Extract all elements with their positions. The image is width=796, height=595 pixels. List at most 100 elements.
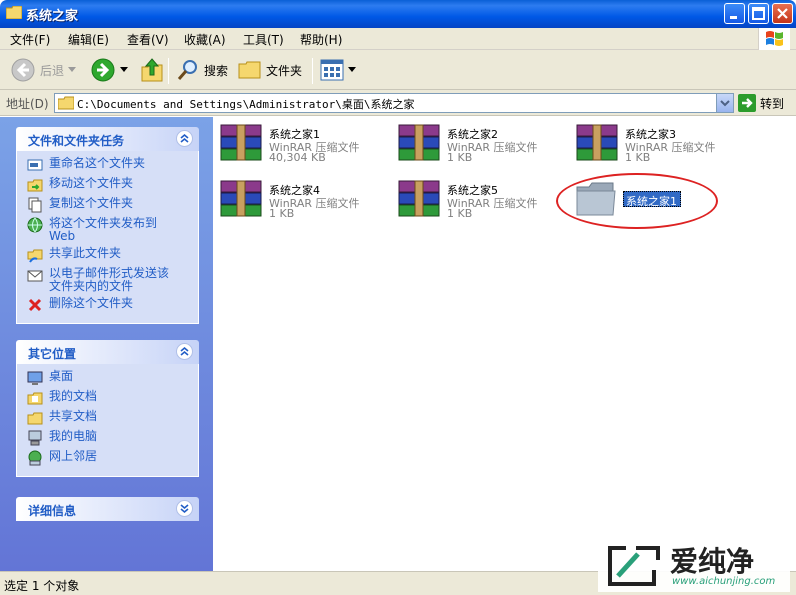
expand-button[interactable] — [176, 500, 193, 517]
up-folder-icon — [141, 58, 163, 82]
windows-flag-icon — [766, 31, 783, 46]
back-button[interactable]: 后退 — [10, 56, 77, 84]
place-network[interactable]: 网上邻居 — [27, 450, 192, 466]
forward-arrow-icon — [91, 58, 115, 82]
toolbar: 后退 搜索 文件夹 — [0, 50, 796, 90]
menu-favorites[interactable]: 收藏(A) — [184, 31, 226, 48]
forward-button[interactable] — [90, 56, 128, 84]
toolbar-separator — [168, 58, 169, 84]
collapse-button[interactable] — [176, 343, 193, 360]
panel-title: 其它位置 — [28, 347, 77, 361]
winrar-archive-icon — [398, 180, 440, 217]
task-share-folder[interactable]: 共享此文件夹 — [27, 247, 192, 263]
chevron-up-icon — [180, 346, 189, 356]
task-move-folder[interactable]: 移动这个文件夹 — [27, 177, 192, 193]
menu-bar: 文件(F) 编辑(E) 查看(V) 收藏(A) 工具(T) 帮助(H) — [0, 28, 796, 50]
documents-folder-icon — [27, 392, 43, 405]
chevron-down-icon — [68, 67, 77, 72]
file-folder-tasks-panel: 文件和文件夹任务 重命名这个文件夹 移动这个文件夹 复制这个文件夹 将这个文件夹… — [16, 127, 199, 324]
task-publish-folder-web[interactable]: 将这个文件夹发布到 Web — [27, 217, 192, 243]
new-folder-name: 系统之家1 — [626, 195, 677, 208]
windows-logo — [758, 28, 790, 50]
panel-title: 文件和文件夹任务 — [28, 134, 125, 148]
place-my-computer[interactable]: 我的电脑 — [27, 430, 192, 446]
brand-logo-icon — [608, 546, 660, 586]
folder-icon — [58, 96, 74, 110]
collapse-button[interactable] — [176, 130, 193, 147]
back-label: 后退 — [40, 63, 65, 78]
desktop-icon — [27, 371, 43, 385]
address-label: 地址(D) — [6, 97, 49, 111]
network-icon — [28, 450, 42, 466]
back-arrow-icon — [11, 58, 35, 82]
email-icon — [27, 270, 43, 282]
panel-body: 桌面 我的文档 共享文档 我的电脑 网上邻居 — [16, 364, 199, 477]
place-my-documents[interactable]: 我的文档 — [27, 390, 192, 406]
address-path: C:\Documents and Settings\Administrator\… — [77, 98, 415, 111]
copy-icon — [28, 197, 42, 213]
other-places-panel: 其它位置 桌面 我的文档 共享文档 我的电脑 网上邻居 — [16, 340, 199, 477]
delete-icon — [28, 298, 42, 312]
folders-button[interactable]: 文件夹 — [238, 56, 302, 84]
computer-icon — [28, 430, 42, 446]
file-item[interactable]: 系统之家3 WinRAR 压缩文件 1 KB — [569, 119, 739, 167]
file-item[interactable]: 系统之家2 WinRAR 压缩文件 1 KB — [391, 119, 561, 167]
winrar-archive-icon — [576, 124, 618, 161]
address-dropdown-button[interactable] — [716, 94, 733, 112]
status-text: 选定 1 个对象 — [4, 579, 80, 593]
chevron-down-icon — [120, 67, 128, 72]
new-folder-icon — [576, 182, 616, 216]
rename-icon — [27, 159, 43, 171]
file-item[interactable]: 系统之家4 WinRAR 压缩文件 1 KB — [213, 175, 383, 223]
task-pane: 文件和文件夹任务 重命名这个文件夹 移动这个文件夹 复制这个文件夹 将这个文件夹… — [0, 117, 213, 571]
chevron-down-icon — [348, 67, 356, 72]
views-icon — [320, 59, 344, 81]
close-button[interactable] — [772, 3, 793, 24]
panel-header[interactable]: 详细信息 — [16, 497, 199, 521]
maximize-button[interactable] — [748, 3, 769, 24]
menu-file[interactable]: 文件(F) — [10, 31, 50, 48]
panel-header[interactable]: 文件和文件夹任务 — [16, 127, 199, 151]
folder-icon — [6, 6, 22, 19]
watermark-brand: 爱纯净 — [670, 545, 755, 578]
place-shared-documents[interactable]: 共享文档 — [27, 410, 192, 426]
place-desktop[interactable]: 桌面 — [27, 370, 192, 386]
share-folder-icon — [27, 249, 43, 263]
menu-edit[interactable]: 编辑(E) — [68, 31, 109, 48]
menu-help[interactable]: 帮助(H) — [300, 31, 342, 48]
task-delete-folder[interactable]: 删除这个文件夹 — [27, 297, 192, 313]
panel-body: 重命名这个文件夹 移动这个文件夹 复制这个文件夹 将这个文件夹发布到 Web 共… — [16, 151, 199, 324]
folder-icon — [238, 61, 261, 79]
minimize-icon — [730, 16, 737, 19]
winrar-archive-icon — [220, 180, 262, 217]
chevron-down-icon — [180, 504, 189, 514]
chevron-up-icon — [180, 133, 189, 143]
panel-header[interactable]: 其它位置 — [16, 340, 199, 364]
title-bar[interactable]: 系统之家 — [0, 0, 796, 28]
go-button[interactable]: 转到 — [738, 94, 784, 112]
address-input[interactable]: C:\Documents and Settings\Administrator\… — [54, 93, 734, 113]
chevron-down-icon — [720, 100, 730, 107]
folders-label: 文件夹 — [266, 63, 303, 78]
menu-view[interactable]: 查看(V) — [127, 31, 169, 48]
winrar-archive-icon — [220, 124, 262, 161]
task-rename-folder[interactable]: 重命名这个文件夹 — [27, 157, 192, 173]
file-item[interactable]: 系统之家5 WinRAR 压缩文件 1 KB — [391, 175, 561, 223]
go-label: 转到 — [760, 96, 785, 111]
search-label: 搜索 — [204, 63, 229, 78]
watermark: 爱纯净 www.aichunjing.com — [598, 540, 790, 592]
globe-icon — [27, 217, 43, 233]
views-button[interactable] — [320, 56, 356, 84]
task-copy-folder[interactable]: 复制这个文件夹 — [27, 197, 192, 213]
menu-tools[interactable]: 工具(T) — [243, 31, 284, 48]
address-bar: 地址(D) C:\Documents and Settings\Administ… — [0, 90, 796, 116]
folder-rename-input[interactable]: 系统之家1 — [623, 191, 681, 208]
search-button[interactable]: 搜索 — [176, 56, 228, 84]
task-email-folder-files[interactable]: 以电子邮件形式发送该 文件夹内的文件 — [27, 267, 192, 293]
minimize-button[interactable] — [724, 3, 745, 24]
close-icon — [777, 8, 788, 19]
up-folder-button[interactable] — [140, 56, 164, 84]
file-item[interactable]: 系统之家1 WinRAR 压缩文件 40,304 KB — [213, 119, 383, 167]
file-list[interactable]: 系统之家1 WinRAR 压缩文件 40,304 KB 系统之家2 WinRAR… — [213, 117, 796, 571]
folder-icon — [27, 412, 43, 425]
